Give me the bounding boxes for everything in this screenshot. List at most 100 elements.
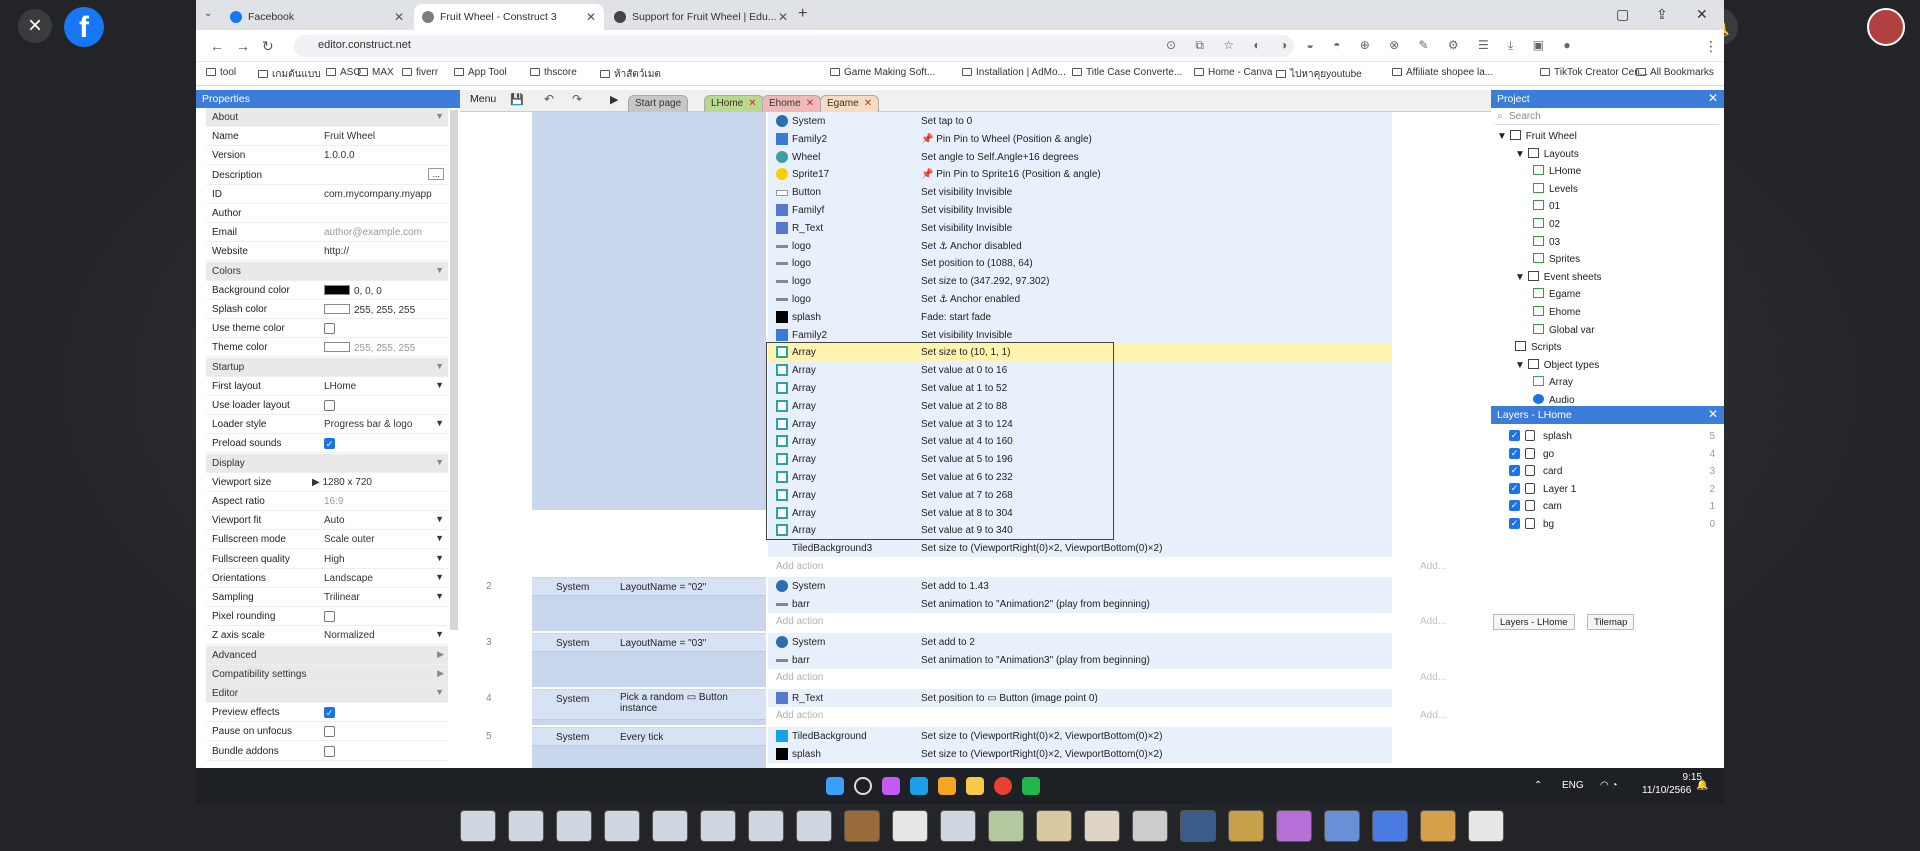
action-row[interactable]: Wheel Set angle to Self.Angle+16 degrees (768, 147, 1392, 166)
property-section[interactable]: Display ▼ (206, 453, 448, 473)
chevron-right-icon[interactable]: ▶ (437, 649, 444, 660)
more-menu-icon[interactable]: ⋮ (1704, 38, 1718, 55)
chevron-down-icon[interactable]: ▼ (435, 687, 444, 697)
expand-triangle-icon[interactable]: ▶ (312, 477, 322, 488)
editor-tab-ehome[interactable]: Ehome ✕ (762, 95, 822, 112)
bookmark-item[interactable]: Home - Canva (1194, 67, 1272, 78)
layer-row[interactable]: ✓ Layer 1 2 (1495, 481, 1721, 497)
project-tree-item[interactable]: LHome (1533, 165, 1581, 177)
chevron-down-icon[interactable]: ▼ (435, 591, 444, 601)
thumbnail[interactable] (988, 810, 1024, 842)
action-row[interactable]: Sprite17 📌 Pin Pin to Sprite16 (Position … (768, 165, 1392, 184)
action-row[interactable]: System Set tap to 0 (768, 112, 1392, 130)
thumbnail[interactable] (1420, 810, 1456, 842)
property-section[interactable]: Advanced ▶ (206, 645, 448, 665)
checkbox[interactable] (324, 611, 335, 623)
property-row[interactable]: Description... (206, 166, 448, 185)
property-row[interactable]: Aspect ratio 16:9 (206, 492, 448, 511)
thumbnail[interactable] (1228, 810, 1264, 842)
action-row[interactable]: System Set add to 2 (768, 633, 1392, 651)
property-row[interactable]: Viewport size ▶ 1280 x 720 (206, 473, 448, 492)
chevron-down-icon[interactable]: ▼ (435, 533, 444, 543)
project-tree-item[interactable]: Levels (1533, 182, 1578, 195)
expand-arrow-icon[interactable]: ▼ (1515, 360, 1528, 371)
thumbnail[interactable] (892, 810, 928, 842)
action-row[interactable]: R_Text Set position to ▭ Button (image po… (768, 689, 1392, 707)
property-row[interactable]: ID com.mycompany.myapp (206, 185, 448, 204)
event-condition[interactable]: System LayoutName = "03" (532, 634, 766, 652)
chrome-icon[interactable] (994, 777, 1012, 795)
bookmark-item[interactable]: เกมตันแบบ (258, 67, 321, 82)
action-row[interactable]: R_Text Set visibility Invisible (768, 218, 1392, 237)
share-icon[interactable]: ⇪ (1656, 6, 1668, 23)
action-row[interactable]: logo Set position to (1088, 64) (768, 254, 1392, 273)
redo-icon[interactable]: ↷ (572, 92, 582, 106)
forward-icon[interactable]: → (236, 38, 250, 54)
close-panel-icon[interactable]: ✕ (1708, 407, 1718, 421)
action-row[interactable]: logo Set size to (347.292, 97.302) (768, 272, 1392, 291)
add-action-link[interactable]: Add action (776, 672, 823, 683)
property-section[interactable]: Compatibility settings ▶ (206, 664, 448, 684)
browser-icon[interactable] (938, 777, 956, 795)
tray-arrow-icon[interactable]: ⌃ (1534, 780, 1542, 791)
editor-tab-lhome[interactable]: LHome ✕ (704, 95, 764, 112)
copilot-icon[interactable] (882, 777, 900, 795)
thumbnail[interactable] (652, 810, 688, 842)
chevron-down-icon[interactable]: ▼ (435, 629, 444, 639)
lock-icon[interactable] (1525, 518, 1535, 529)
thumbnail[interactable] (1132, 810, 1168, 842)
checkbox[interactable] (324, 400, 335, 411)
property-row[interactable]: Splash color 255, 255, 255 (206, 300, 448, 319)
color-swatch[interactable] (324, 284, 350, 295)
color-swatch[interactable] (324, 304, 350, 314)
close-tab-icon[interactable]: ✕ (748, 98, 756, 109)
event-1-condition-block[interactable] (532, 112, 766, 510)
thumbnail[interactable] (1036, 810, 1072, 842)
project-tree-item[interactable]: ▼ Event sheets (1515, 270, 1602, 283)
thumbnail[interactable] (1372, 810, 1408, 842)
checkbox[interactable] (324, 745, 335, 757)
action-row[interactable]: System Set add to 1.43 (768, 577, 1392, 595)
checkbox[interactable] (324, 726, 335, 738)
lock-icon[interactable] (1525, 482, 1535, 494)
layer-row[interactable]: ✓ splash 5 (1495, 428, 1721, 444)
close-tab-icon[interactable]: ✕ (806, 98, 814, 109)
thumbnail[interactable] (460, 810, 496, 842)
project-tree-item[interactable]: 01 (1533, 200, 1560, 212)
preview-play-icon[interactable]: ▶ (610, 93, 618, 106)
browser-tab-facebook[interactable]: Facebook ✕ (222, 4, 412, 30)
line-icon[interactable] (1022, 777, 1040, 795)
project-tree-item[interactable]: 02 (1533, 218, 1560, 230)
property-row[interactable]: Email author@example.com (206, 223, 448, 243)
edge-icon[interactable] (910, 777, 928, 795)
property-row[interactable]: Version 1.0.0.0 (206, 146, 448, 166)
editor-tab-start-page[interactable]: Start page (628, 95, 689, 112)
notification-icon[interactable]: 🔔 (1696, 780, 1708, 791)
layer-visible-checkbox[interactable]: ✓ (1509, 482, 1520, 494)
checkbox[interactable]: ✓ (324, 438, 335, 450)
property-row[interactable]: Background color 0, 0, 0 (206, 281, 448, 300)
project-tree-item[interactable]: ▼ Fruit Wheel (1497, 130, 1577, 142)
property-row[interactable]: Z axis scale Normalized ▼ (206, 626, 448, 646)
thumbnail[interactable] (1180, 810, 1216, 842)
thumbnail[interactable] (556, 810, 592, 842)
new-tab-icon[interactable]: + (798, 5, 807, 23)
color-swatch[interactable] (324, 342, 350, 353)
chevron-down-icon[interactable]: ▼ (435, 111, 444, 121)
undo-icon[interactable]: ↶ (544, 92, 554, 106)
bookmark-item[interactable]: ASO (326, 67, 361, 78)
folder-icon[interactable] (966, 777, 984, 795)
add-more-link[interactable]: Add... (1420, 710, 1446, 721)
project-tree-item[interactable]: Egame (1533, 288, 1581, 300)
close-tab-icon[interactable]: ✕ (778, 10, 788, 24)
property-row[interactable]: Bundle addons (206, 742, 448, 761)
expand-arrow-icon[interactable]: ▼ (1497, 131, 1510, 142)
bookmark-item[interactable]: Title Case Converte... (1072, 67, 1182, 78)
property-row[interactable]: Use theme color (206, 319, 448, 339)
lock-icon[interactable] (1525, 430, 1535, 441)
project-tree-item[interactable]: Audio (1533, 394, 1575, 406)
action-row[interactable]: barr Set animation to "Animation2" (play … (768, 595, 1392, 613)
thumbnail[interactable] (748, 810, 784, 842)
property-row[interactable]: Preload sounds ✓ (206, 434, 448, 454)
start-icon[interactable] (826, 777, 844, 795)
